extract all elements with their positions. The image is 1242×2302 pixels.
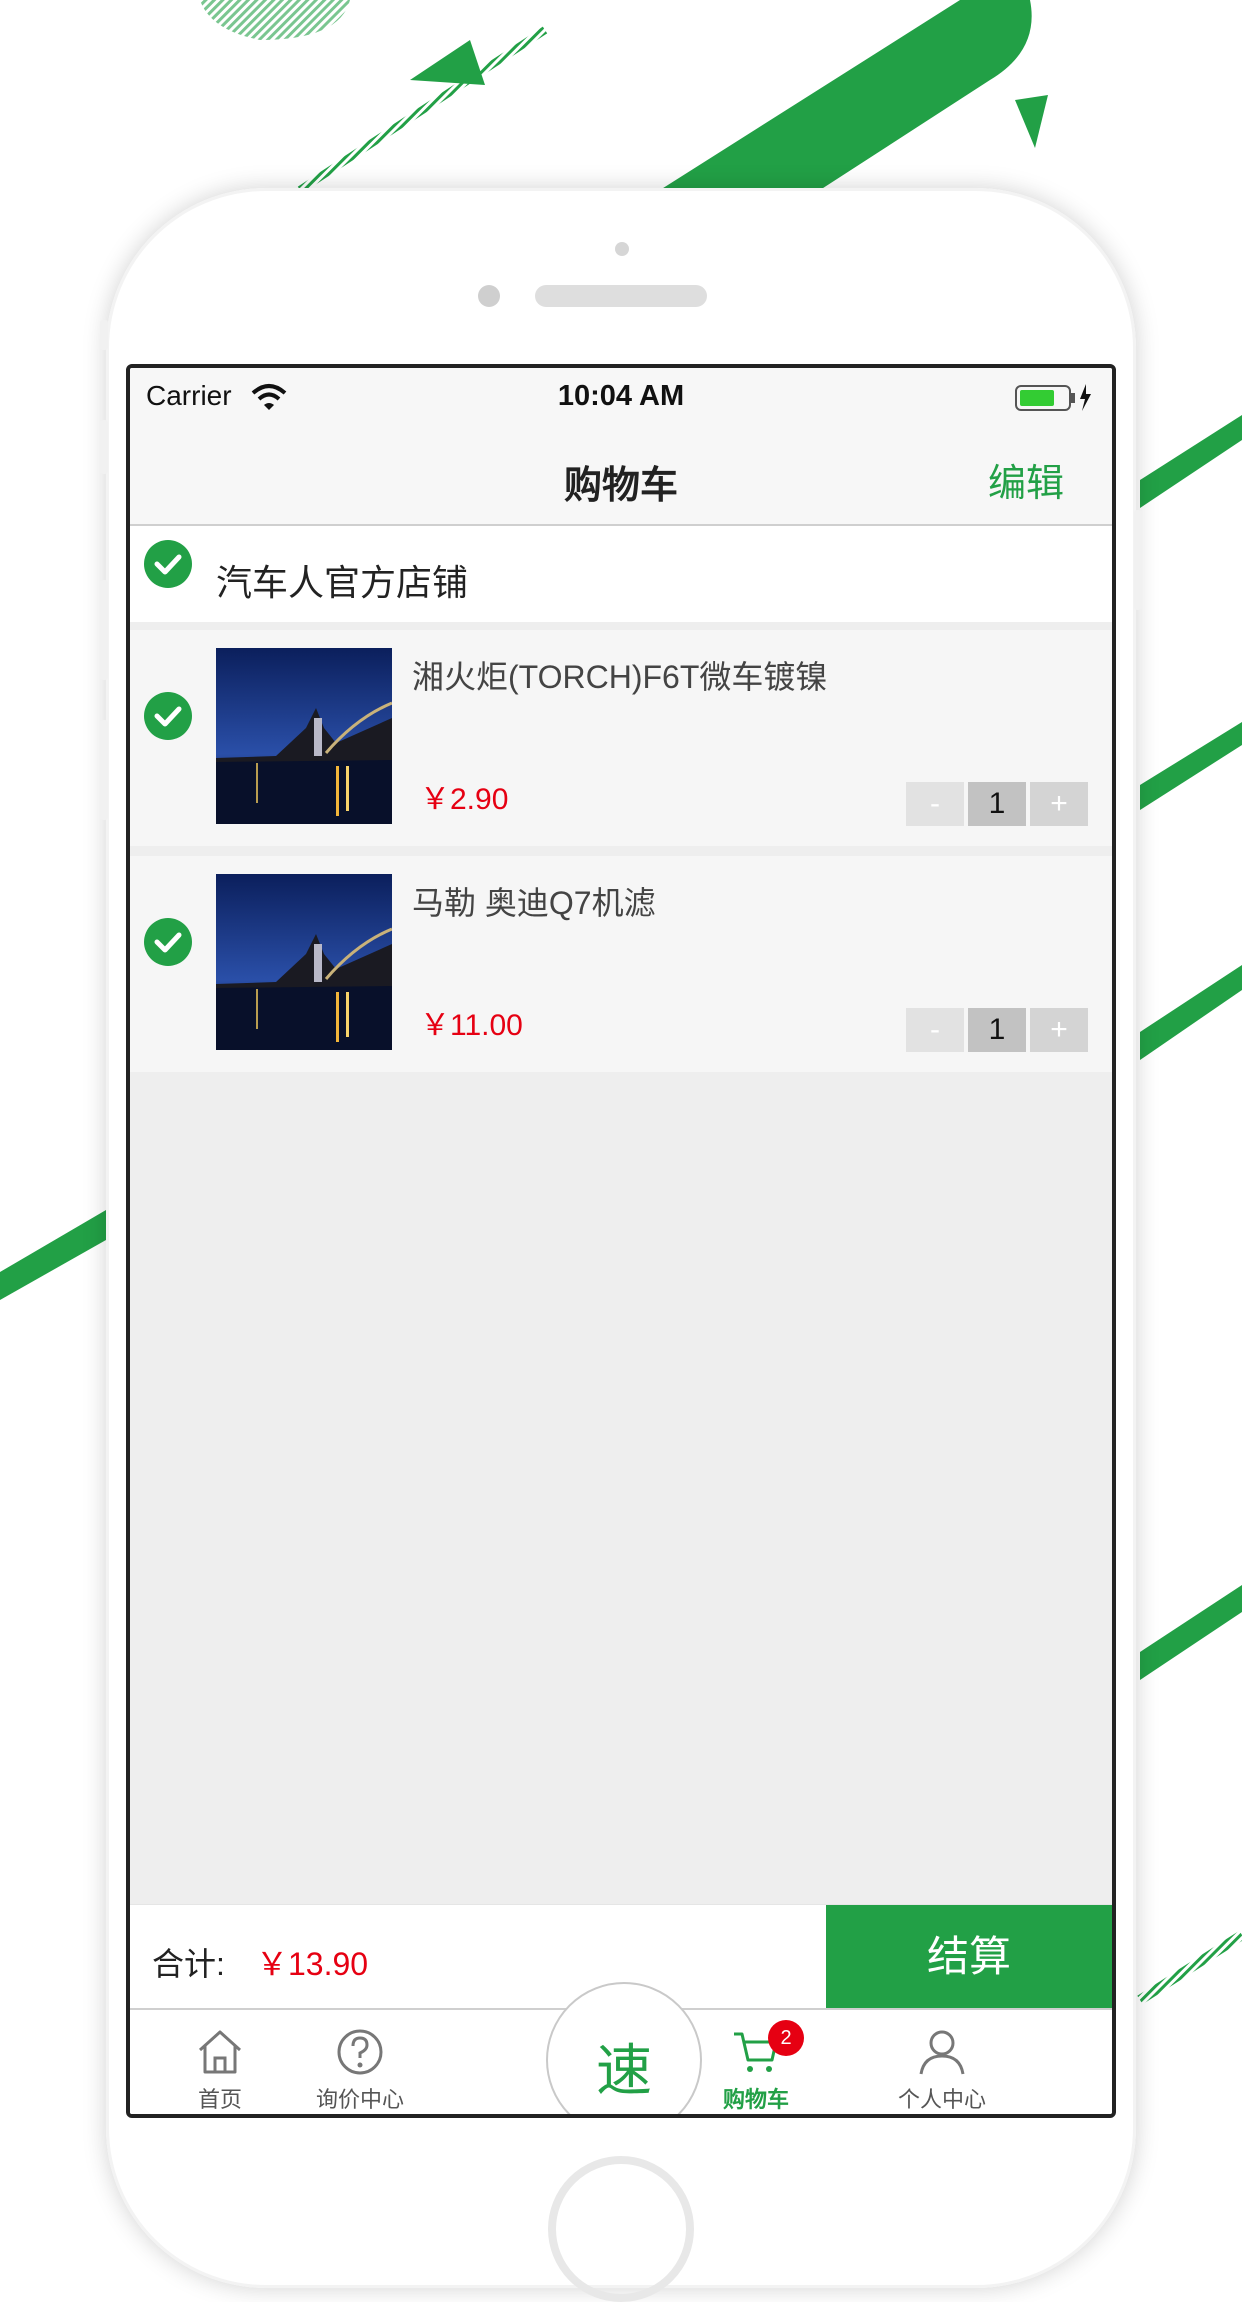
speed-label: 速 [596,2039,652,2102]
increment-button[interactable]: + [1030,782,1088,826]
phone-camera [478,285,500,307]
person-icon [919,2030,965,2075]
edit-button[interactable]: 编辑 [988,452,1064,507]
status-bar: Carrier 10:04 AM [130,368,1112,428]
phone-sensor [615,242,629,256]
checkmark-icon [154,932,182,953]
tab-profile[interactable]: 个人中心 [872,2010,1012,2114]
decrement-button[interactable]: - [906,1008,964,1052]
page-title: 购物车 [563,465,678,507]
increment-button[interactable]: + [1030,1008,1088,1052]
product-thumbnail[interactable] [216,874,392,1050]
tab-cart-label: 购物车 [722,2087,789,2112]
product-thumbnail[interactable] [216,648,392,824]
quantity-stepper: - 1 + [906,1008,1090,1052]
shop-header: 汽车人官方店铺 [130,526,1112,622]
tab-inquiry-label: 询价中心 [315,2087,404,2112]
item-select-checkbox[interactable] [144,692,192,740]
phone-side-button [1134,510,1142,610]
battery-icon [1015,384,1091,411]
item-select-checkbox[interactable] [144,918,192,966]
phone-side-button [100,720,108,820]
cart-item: 马勒 奥迪Q7机滤 ￥11.00 - 1 + [130,856,1112,1072]
total-label: 合计: [152,1946,225,1982]
home-icon [198,2030,242,2074]
item-title[interactable]: 马勒 奥迪Q7机滤 [412,878,656,924]
phone-side-button [100,320,108,350]
tab-bar: 首页 询价中心 速 2 购物车 个人中心 [130,1982,1112,2114]
question-icon [337,2029,383,2075]
phone-home-button [548,2156,694,2302]
tab-cart[interactable]: 2 购物车 [686,2010,826,2114]
quantity-value: 1 [968,1008,1026,1052]
checkmark-icon [154,554,182,575]
checkout-button[interactable]: 结算 [826,1905,1112,2009]
cart-badge: 2 [768,2020,804,2056]
phone-side-button [100,580,108,680]
quantity-stepper: - 1 + [906,782,1090,826]
decrement-button[interactable]: - [906,782,964,826]
checkmark-icon [154,706,182,727]
phone-side-button [100,420,108,474]
app-screen: Carrier 10:04 AM 购物车 编辑 汽车人官方店铺 湘火炬(TORC… [126,364,1116,2118]
quantity-value: 1 [968,782,1026,826]
tab-home-label: 首页 [197,2087,242,2112]
status-time: 10:04 AM [557,380,685,412]
item-price: ￥2.90 [420,783,509,816]
item-title[interactable]: 湘火炬(TORCH)F6T微车镀镍 [412,652,827,698]
cart-item: 湘火炬(TORCH)F6T微车镀镍 ￥2.90 - 1 + [130,630,1112,846]
shop-name: 汽车人官方店铺 [216,562,469,603]
shop-select-checkbox[interactable] [144,540,192,588]
tab-inquiry[interactable]: 询价中心 [290,2010,430,2114]
item-price: ￥11.00 [420,1009,523,1042]
phone-speaker [535,285,707,307]
tab-home[interactable]: 首页 [150,2010,290,2114]
total-value: ￥13.90 [256,1946,369,1982]
nav-bar: 购物车 编辑 [130,428,1112,526]
tab-profile-label: 个人中心 [897,2087,986,2112]
